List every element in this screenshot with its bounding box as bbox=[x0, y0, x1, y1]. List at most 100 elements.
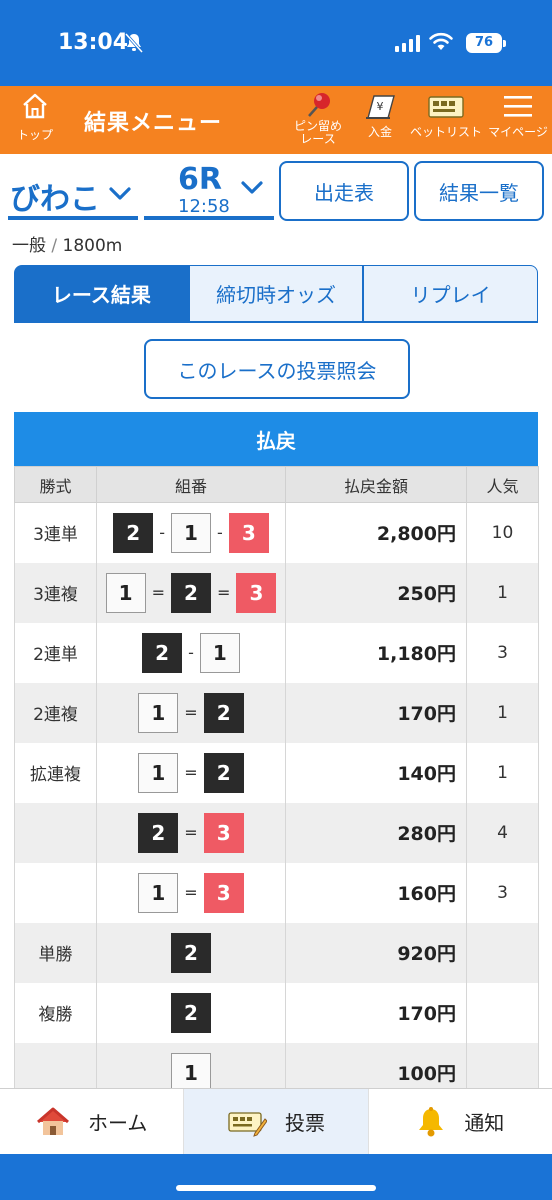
combination-cell: 1 = 3 bbox=[96, 862, 286, 923]
boat-number-badge: 1 bbox=[138, 872, 179, 913]
result-tabs: レース結果 締切時オッズ リプレイ bbox=[14, 265, 539, 323]
boat-number-badge: 2 bbox=[171, 992, 211, 1033]
results-list-button[interactable]: 結果一覧 bbox=[414, 161, 544, 221]
combination-separator: = bbox=[184, 883, 198, 902]
betlist-button[interactable]: ベットリスト bbox=[410, 92, 482, 139]
boat-number-badge: 1 bbox=[138, 692, 179, 733]
mypage-button[interactable]: マイページ bbox=[486, 92, 550, 139]
venue-dropdown[interactable]: びわこ bbox=[8, 164, 138, 220]
header-popularity: 人気 bbox=[466, 466, 539, 503]
top-home-button[interactable]: トップ bbox=[10, 92, 60, 143]
entries-button[interactable]: 出走表 bbox=[279, 161, 409, 221]
bottom-nav-home[interactable]: ホーム bbox=[0, 1089, 185, 1154]
pin-race-button[interactable]: ピン留め レース bbox=[288, 92, 348, 146]
boat-number-badge: 2 bbox=[138, 812, 179, 853]
top-home-label: トップ bbox=[16, 128, 53, 142]
payout-row: 2連単 2-1 1,180円 3 bbox=[14, 622, 539, 683]
betlist-icon bbox=[410, 92, 482, 120]
bet-type-cell: 3連単 bbox=[14, 502, 97, 563]
bet-type-cell: 2連単 bbox=[14, 622, 97, 683]
combination-boats: 1 = 3 bbox=[138, 872, 244, 913]
boat-number-badge: 2 bbox=[171, 572, 211, 613]
combination-separator: - bbox=[217, 523, 223, 543]
payout-row: 2連複 1 = 2 170円 1 bbox=[14, 682, 539, 743]
bottom-nav-vote[interactable]: 投票 bbox=[184, 1089, 369, 1154]
popularity-cell: 10 bbox=[466, 502, 539, 563]
race-number-dropdown[interactable]: 6R 12:58 bbox=[144, 160, 274, 220]
home-outline-icon bbox=[23, 93, 47, 119]
header-bet-type: 勝式 bbox=[14, 466, 97, 503]
bet-type-cell bbox=[14, 802, 97, 863]
race-grade: 一般 bbox=[12, 236, 46, 256]
popularity-cell: 3 bbox=[466, 862, 539, 923]
boat-number-badge: 2 bbox=[171, 932, 211, 973]
header-payout-amount: 払戻金額 bbox=[285, 466, 467, 503]
status-time: 13:04 bbox=[58, 30, 129, 55]
bet-type-cell: 3連複 bbox=[14, 562, 97, 623]
payout-amount-cell: 140円 bbox=[285, 742, 467, 803]
popularity-cell: 1 bbox=[466, 562, 539, 623]
payout-row: 2 = 3 280円 4 bbox=[14, 802, 539, 863]
hamburger-menu-icon bbox=[486, 92, 550, 120]
bet-type-cell: 拡連複 bbox=[14, 742, 97, 803]
combination-separator: = bbox=[184, 763, 198, 782]
boat-number-badge: 2 bbox=[203, 692, 244, 733]
payout-amount-cell: 170円 bbox=[285, 682, 467, 743]
boat-number-badge: 3 bbox=[203, 872, 244, 913]
payout-row: 3連単 2-1-3 2,800円 10 bbox=[14, 502, 539, 563]
header-combination: 組番 bbox=[96, 466, 286, 503]
popularity-cell bbox=[466, 982, 539, 1043]
bell-icon bbox=[419, 1106, 444, 1136]
tab-replay[interactable]: リプレイ bbox=[363, 265, 539, 321]
combination-separator: = bbox=[184, 703, 198, 722]
vote-inquiry-button[interactable]: このレースの投票照会 bbox=[144, 339, 410, 399]
chevron-down-icon bbox=[240, 180, 264, 200]
combination-cell: 2 = 3 bbox=[96, 802, 286, 863]
signal-icon bbox=[395, 34, 420, 52]
pushpin-icon bbox=[288, 92, 348, 120]
combination-cell: 1 = 2 bbox=[96, 682, 286, 743]
boat-number-badge: 1 bbox=[171, 1052, 211, 1093]
race-meta-separator: / bbox=[51, 236, 58, 256]
home-indicator[interactable] bbox=[176, 1185, 376, 1191]
combination-boats: 1 = 2 = 3 bbox=[105, 572, 277, 613]
combination-boats: 2-1-3 bbox=[113, 512, 269, 553]
bet-type-cell: 複勝 bbox=[14, 982, 97, 1043]
race-selector-row: びわこ 6R 12:58 出走表 結果一覧 bbox=[0, 154, 552, 230]
payout-title: 払戻 bbox=[14, 412, 538, 466]
combination-boats: 2 bbox=[171, 932, 211, 973]
combination-boats: 2-1 bbox=[142, 632, 240, 673]
race-number: 6R bbox=[178, 162, 222, 197]
chevron-down-icon bbox=[108, 186, 132, 206]
combination-separator: = bbox=[184, 823, 198, 842]
tab-closing-odds[interactable]: 締切時オッズ bbox=[188, 265, 364, 321]
deposit-icon: ¥ bbox=[360, 92, 400, 120]
deposit-label: 入金 bbox=[367, 125, 392, 139]
boat-number-badge: 1 bbox=[105, 572, 146, 613]
payout-amount-cell: 250円 bbox=[285, 562, 467, 623]
popularity-cell bbox=[466, 922, 539, 983]
race-distance: 1800m bbox=[62, 236, 123, 256]
bottom-nav-home-label: ホーム bbox=[87, 1111, 148, 1135]
tab-race-result[interactable]: レース結果 bbox=[14, 265, 189, 321]
boat-number-badge: 3 bbox=[236, 572, 277, 613]
boat-number-badge: 2 bbox=[203, 752, 244, 793]
deposit-button[interactable]: ¥ 入金 bbox=[360, 92, 400, 139]
combination-separator: = bbox=[151, 583, 165, 602]
bottom-nav-vote-label: 投票 bbox=[284, 1111, 325, 1135]
bet-type-cell: 2連複 bbox=[14, 682, 97, 743]
boat-number-badge: 2 bbox=[142, 632, 183, 673]
battery-icon: 76 bbox=[466, 33, 506, 53]
payout-row: 複勝 2 170円 bbox=[14, 982, 539, 1043]
payout-amount-cell: 2,800円 bbox=[285, 502, 467, 563]
combination-cell: 1 = 2 bbox=[96, 742, 286, 803]
wifi-icon bbox=[428, 30, 454, 56]
page-title: 結果メニュー bbox=[84, 111, 223, 136]
combination-boats: 1 bbox=[171, 1052, 211, 1093]
boat-number-badge: 1 bbox=[171, 512, 211, 553]
popularity-cell: 3 bbox=[466, 622, 539, 683]
combination-boats: 2 bbox=[171, 992, 211, 1033]
bottom-nav-notify[interactable]: 通知 bbox=[369, 1089, 552, 1154]
betlist-label: ベットリスト bbox=[410, 125, 483, 139]
combination-separator: - bbox=[188, 643, 194, 662]
